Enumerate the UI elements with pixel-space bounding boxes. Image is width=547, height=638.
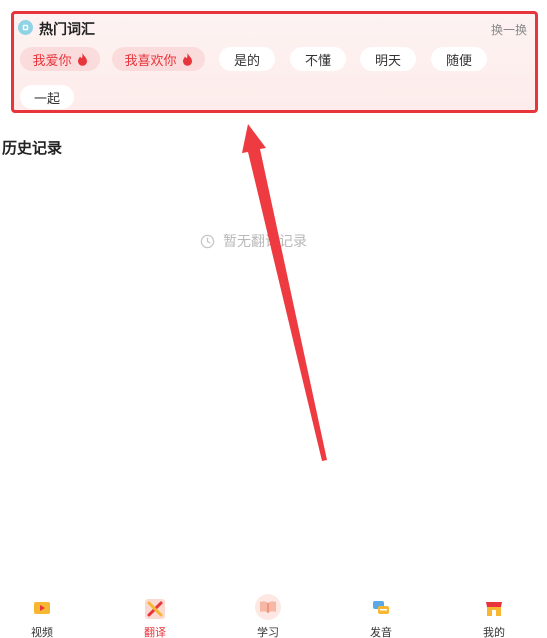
tab-label: 我的 [483, 626, 505, 638]
tab-translate[interactable]: 翻译 [125, 585, 185, 638]
translate-icon [145, 599, 165, 619]
hot-words-header: 热门词汇 换一换 [18, 18, 527, 38]
tab-label: 学习 [257, 626, 279, 638]
chip-label: 随便 [445, 53, 472, 69]
book-icon [255, 594, 281, 620]
bottom-tabbar: 视频 翻译 学习 发音 我的 [0, 585, 547, 638]
hot-word-chip[interactable]: 不懂 [290, 47, 346, 71]
hot-word-chip[interactable]: 是的 [219, 47, 275, 71]
chip-label: 是的 [233, 53, 260, 69]
flame-icon [77, 52, 87, 66]
video-icon [34, 602, 50, 614]
tab-label: 视频 [31, 626, 53, 638]
shop-icon [486, 602, 502, 616]
chip-label: 我喜欢你 [124, 53, 177, 69]
tab-pronounce[interactable]: 发音 [351, 585, 411, 638]
tab-study[interactable]: 学习 [238, 585, 298, 638]
history-title: 历史记录 [2, 139, 63, 157]
hot-words-title: 热门词汇 [39, 22, 95, 38]
chip-label: 明天 [374, 53, 401, 69]
tab-label: 翻译 [144, 626, 166, 638]
tab-video[interactable]: 视频 [12, 585, 72, 638]
hot-word-chip[interactable]: 一起 [20, 85, 74, 109]
chip-label: 不懂 [304, 53, 331, 69]
chip-label: 一起 [33, 91, 60, 107]
hot-word-chip[interactable]: 我爱你 [20, 47, 100, 71]
tab-label: 发音 [370, 626, 392, 638]
hot-word-chip[interactable]: 我喜欢你 [112, 47, 205, 71]
chip-label: 我爱你 [32, 53, 72, 69]
tab-profile[interactable]: 我的 [464, 585, 524, 638]
chat-bubbles-icon [373, 601, 389, 614]
clock-icon [200, 234, 215, 248]
history-empty-state: 暂无翻译记录 [200, 231, 307, 251]
hot-word-chip[interactable]: 明天 [360, 47, 416, 71]
flame-icon [182, 52, 192, 66]
hot-words-icon [18, 20, 33, 35]
hot-word-chip[interactable]: 随便 [431, 47, 487, 71]
empty-text: 暂无翻译记录 [223, 234, 307, 250]
refresh-button[interactable]: 换一换 [491, 21, 527, 38]
hot-words-card: 热门词汇 换一换 我爱你 我喜欢你 是的 不懂 明天 随便 一起 [11, 11, 538, 113]
